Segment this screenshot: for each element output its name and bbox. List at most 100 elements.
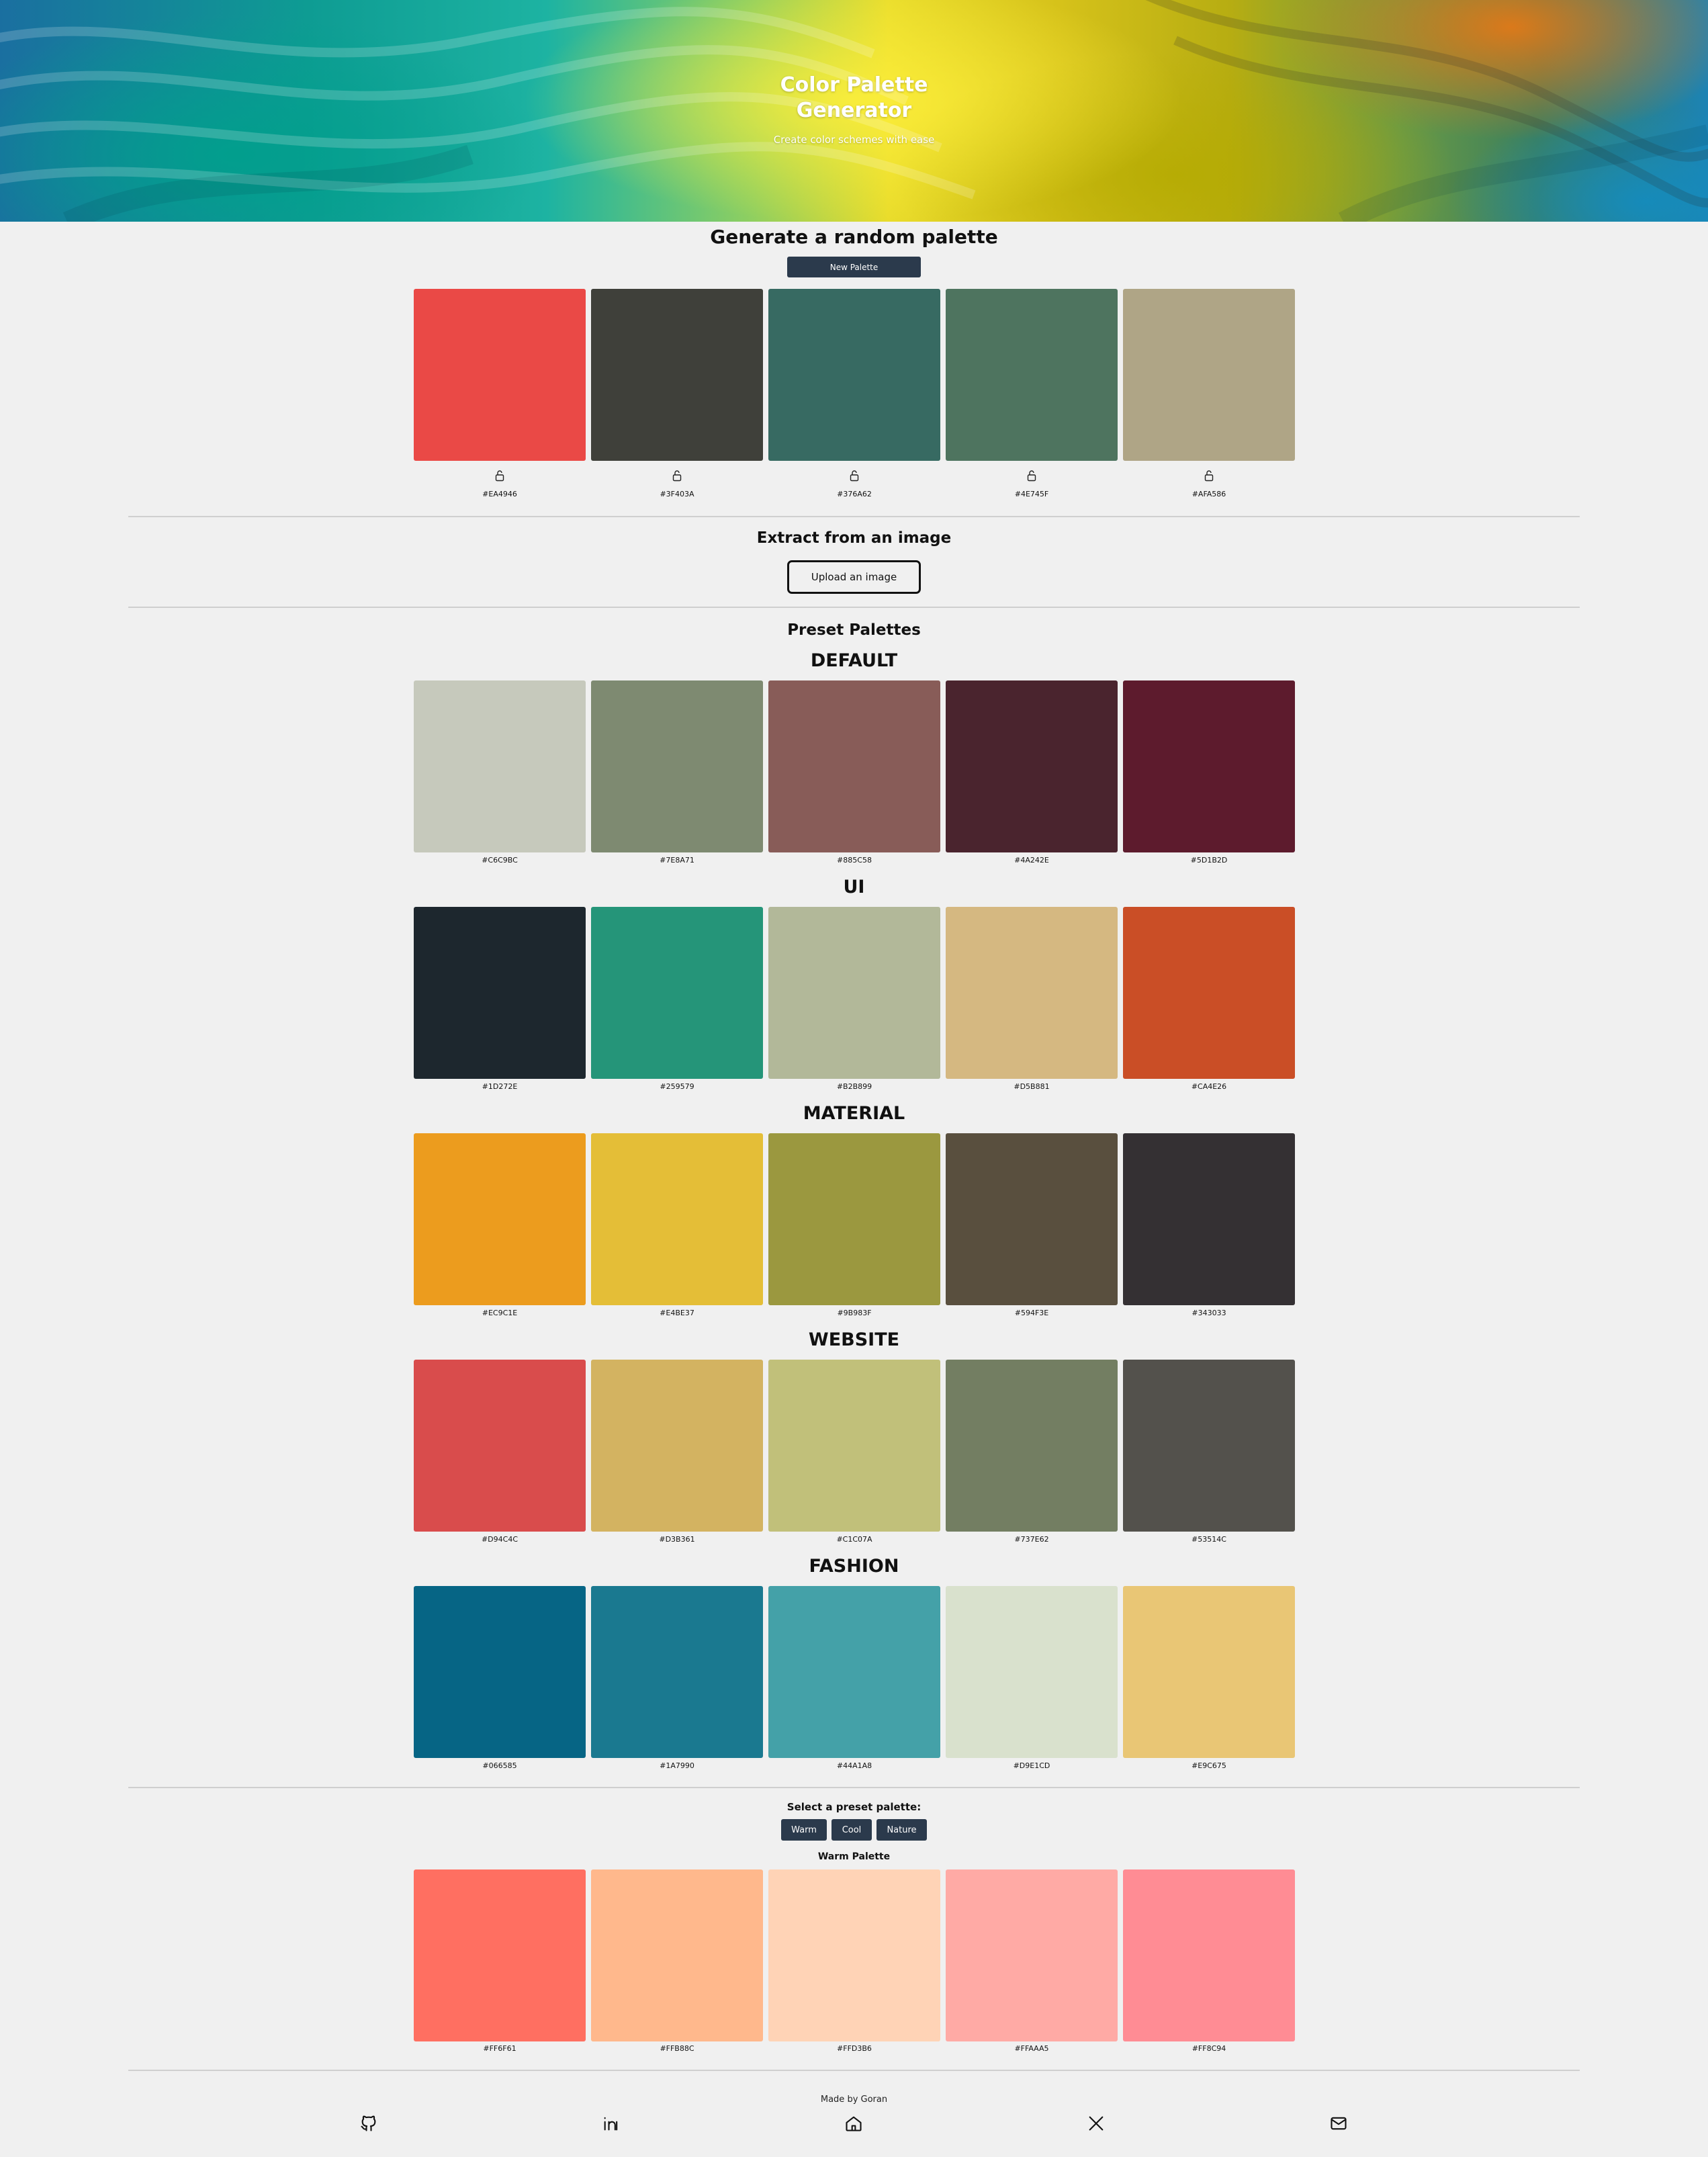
preset-swatch[interactable] bbox=[414, 1360, 586, 1532]
preset-palette-row bbox=[414, 1586, 1295, 1758]
preset-hex-label: #9B983F bbox=[837, 1309, 872, 1317]
preset-hex-row: #066585 #1A7990 #44A1A8 #D9E1CD #E9C675 bbox=[414, 1761, 1295, 1772]
selected-swatch-4[interactable] bbox=[946, 1869, 1118, 2041]
preset-hex-label: #066585 bbox=[482, 1761, 517, 1770]
preset-swatch[interactable] bbox=[414, 1586, 586, 1758]
preset-swatch[interactable] bbox=[946, 1586, 1118, 1758]
page-title-line1: Color Palette bbox=[780, 73, 928, 97]
preset-hex-row: #1D272E #259579 #B2B899 #D5B881 #CA4E26 bbox=[414, 1082, 1295, 1093]
preset-option-warm[interactable]: Warm bbox=[781, 1819, 827, 1841]
preset-palette-row bbox=[414, 1133, 1295, 1305]
linkedin-icon[interactable] bbox=[602, 2114, 621, 2133]
preset-option-cool[interactable]: Cool bbox=[831, 1819, 872, 1841]
random-swatch-5[interactable] bbox=[1123, 289, 1295, 461]
preset-swatch[interactable] bbox=[591, 1586, 763, 1758]
preset-option-nature[interactable]: Nature bbox=[877, 1819, 927, 1841]
preset-swatch[interactable] bbox=[591, 1133, 763, 1305]
preset-hex-label: #44A1A8 bbox=[836, 1761, 872, 1770]
extract-heading: Extract from an image bbox=[756, 529, 952, 547]
preset-hex-label: #B2B899 bbox=[836, 1082, 872, 1091]
section-divider bbox=[128, 516, 1580, 517]
preset-hex-label: #E4BE37 bbox=[660, 1309, 694, 1317]
random-hex-2: #3F403A bbox=[660, 490, 694, 498]
github-icon[interactable] bbox=[359, 2114, 378, 2133]
page-title-line2: Generator bbox=[796, 99, 912, 122]
preset-hex-label: #7E8A71 bbox=[660, 856, 694, 865]
selected-hex-1: #FF6F61 bbox=[483, 2044, 516, 2053]
selected-swatch-5[interactable] bbox=[1123, 1869, 1295, 2041]
preset-name: MATERIAL bbox=[803, 1103, 905, 1124]
random-swatch-1[interactable] bbox=[414, 289, 586, 461]
preset-swatch[interactable] bbox=[946, 1133, 1118, 1305]
unlock-icon[interactable] bbox=[768, 470, 940, 484]
preset-hex-row: #D94C4C #D3B361 #C1C07A #737E62 #53514C bbox=[414, 1535, 1295, 1546]
random-hex-5: #AFA586 bbox=[1192, 490, 1226, 498]
new-palette-button[interactable]: New Palette bbox=[787, 257, 921, 277]
preset-hex-row: #EC9C1E #E4BE37 #9B983F #594F3E #343033 bbox=[414, 1309, 1295, 1319]
home-icon[interactable] bbox=[844, 2114, 863, 2133]
upload-image-button[interactable]: Upload an image bbox=[787, 560, 921, 594]
preset-hex-label: #C1C07A bbox=[836, 1535, 872, 1544]
preset-hex-label: #5D1B2D bbox=[1190, 856, 1228, 865]
preset-swatch[interactable] bbox=[1123, 907, 1295, 1079]
unlock-icon[interactable] bbox=[414, 470, 586, 484]
selected-swatch-1[interactable] bbox=[414, 1869, 586, 2041]
unlock-icon[interactable] bbox=[946, 470, 1118, 484]
preset-hex-label: #1D272E bbox=[482, 1082, 518, 1091]
page-subtitle: Create color schemes with ease bbox=[773, 134, 935, 146]
preset-swatch[interactable] bbox=[768, 1360, 940, 1532]
preset-swatch[interactable] bbox=[591, 1360, 763, 1532]
preset-swatch[interactable] bbox=[1123, 1360, 1295, 1532]
preset-swatch[interactable] bbox=[768, 1133, 940, 1305]
preset-hex-label: #53514C bbox=[1192, 1535, 1226, 1544]
preset-name: FASHION bbox=[809, 1556, 899, 1577]
preset-swatch[interactable] bbox=[946, 680, 1118, 852]
unlock-icon[interactable] bbox=[591, 470, 763, 484]
selected-hex-row: #FF6F61 #FFB88C #FFD3B6 #FFAAA5 #FF8C94 bbox=[414, 2044, 1295, 2055]
mail-icon[interactable] bbox=[1329, 2114, 1348, 2133]
unlock-icon[interactable] bbox=[1123, 470, 1295, 484]
preset-hex-label: #1A7990 bbox=[660, 1761, 694, 1770]
random-palette-row bbox=[414, 289, 1295, 461]
selected-palette-row bbox=[414, 1869, 1295, 2041]
preset-swatch[interactable] bbox=[1123, 1586, 1295, 1758]
preset-palettes-heading: Preset Palettes bbox=[787, 621, 921, 639]
selected-hex-5: #FF8C94 bbox=[1192, 2044, 1226, 2053]
random-hex-4: #4E745F bbox=[1014, 490, 1049, 498]
preset-swatch[interactable] bbox=[1123, 1133, 1295, 1305]
footer-credit: Made by Goran bbox=[820, 2095, 888, 2105]
preset-hex-label: #343033 bbox=[1192, 1309, 1226, 1317]
preset-hex-label: #E9C675 bbox=[1192, 1761, 1226, 1770]
random-swatch-2[interactable] bbox=[591, 289, 763, 461]
preset-swatch[interactable] bbox=[414, 1133, 586, 1305]
preset-name: DEFAULT bbox=[810, 650, 898, 671]
preset-swatch[interactable] bbox=[768, 680, 940, 852]
selected-hex-2: #FFB88C bbox=[660, 2044, 694, 2053]
preset-hex-label: #D5B881 bbox=[1014, 1082, 1050, 1091]
selected-swatch-3[interactable] bbox=[768, 1869, 940, 2041]
preset-hex-label: #259579 bbox=[660, 1082, 694, 1091]
preset-swatch[interactable] bbox=[946, 907, 1118, 1079]
random-swatch-4[interactable] bbox=[946, 289, 1118, 461]
x-icon[interactable] bbox=[1087, 2114, 1106, 2133]
selected-swatch-2[interactable] bbox=[591, 1869, 763, 2041]
lock-icons-row bbox=[414, 470, 1295, 484]
random-swatch-3[interactable] bbox=[768, 289, 940, 461]
preset-swatch[interactable] bbox=[414, 680, 586, 852]
preset-swatch[interactable] bbox=[591, 907, 763, 1079]
section-divider bbox=[128, 1787, 1580, 1788]
preset-swatch[interactable] bbox=[946, 1360, 1118, 1532]
preset-hex-label: #594F3E bbox=[1014, 1309, 1049, 1317]
preset-palette-row bbox=[414, 907, 1295, 1079]
preset-hex-label: #C6C9BC bbox=[482, 856, 518, 865]
section-divider bbox=[128, 2070, 1580, 2071]
preset-swatch[interactable] bbox=[591, 680, 763, 852]
preset-hex-label: #CA4E26 bbox=[1191, 1082, 1227, 1091]
preset-swatch[interactable] bbox=[414, 907, 586, 1079]
preset-swatch[interactable] bbox=[768, 1586, 940, 1758]
preset-swatch[interactable] bbox=[768, 907, 940, 1079]
preset-swatch[interactable] bbox=[1123, 680, 1295, 852]
selected-hex-3: #FFD3B6 bbox=[837, 2044, 872, 2053]
random-hex-3: #376A62 bbox=[837, 490, 872, 498]
preset-hex-label: #D9E1CD bbox=[1013, 1761, 1050, 1770]
